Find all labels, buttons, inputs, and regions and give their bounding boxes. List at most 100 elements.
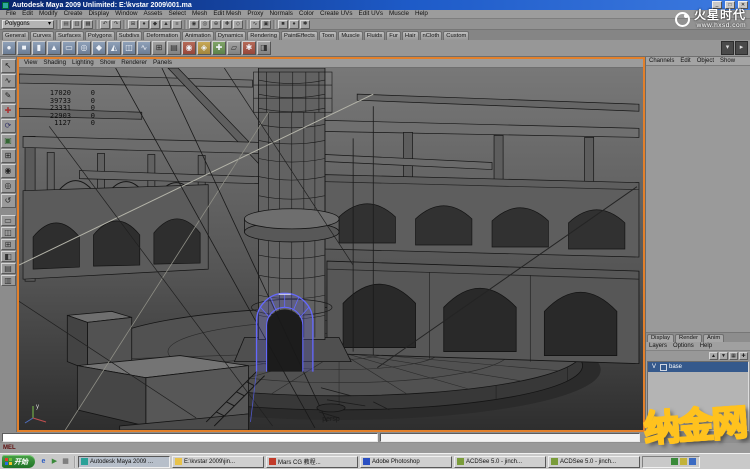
shelf-tab-animation[interactable]: Animation [182, 31, 214, 40]
poly-pyramid-icon[interactable]: ◭ [107, 41, 121, 55]
layer-row-base[interactable]: V base [648, 362, 748, 372]
move-layer-down-icon[interactable]: ▼ [719, 352, 728, 360]
status-divider[interactable] [184, 20, 187, 29]
lower-right-arcade[interactable] [327, 261, 639, 364]
menu-edit[interactable]: Edit [19, 10, 36, 18]
snap-plane-icon[interactable]: ✚ [222, 20, 232, 29]
select-object-icon[interactable]: ● [139, 20, 149, 29]
select-hierarchy-icon[interactable]: ⊞ [128, 20, 138, 29]
render-icon[interactable]: ■ [278, 20, 288, 29]
shelf-tab-fur[interactable]: Fur [386, 31, 401, 40]
undo-icon[interactable]: ↶ [100, 20, 110, 29]
layout-persp-graph-icon[interactable]: ▥ [1, 275, 16, 286]
edit-menu[interactable]: Edit [677, 57, 693, 65]
maximize-button[interactable]: □ [725, 1, 735, 9]
minimize-button[interactable]: _ [712, 1, 722, 9]
snap-curve-icon[interactable]: ◎ [200, 20, 210, 29]
panel-menu-view[interactable]: View [21, 59, 40, 67]
system-tray[interactable] [642, 456, 700, 468]
shelf-tab-painteffects[interactable]: PaintEffects [281, 31, 318, 40]
taskbar-item-acdsee-1[interactable]: ACDSee 5.0 - jinch... [454, 456, 546, 468]
shelf-tab-curves[interactable]: Curves [30, 31, 54, 40]
select-tool-icon[interactable]: ↖ [1, 59, 16, 73]
doorway-opening[interactable] [267, 309, 303, 371]
command-line-input[interactable] [2, 433, 378, 442]
poly-cone-icon[interactable]: ▲ [47, 41, 61, 55]
mirror-icon[interactable]: ◨ [257, 41, 271, 55]
shelf-tab-fluids[interactable]: Fluids [364, 31, 385, 40]
tray-icon-1[interactable] [671, 458, 678, 465]
extrude-icon[interactable]: ▤ [167, 41, 181, 55]
menu-select[interactable]: Select [165, 10, 189, 18]
taskbar-item-folder[interactable]: E:\kvstar 2009\jin... [172, 456, 264, 468]
poly-cube-icon[interactable]: ■ [17, 41, 31, 55]
shelf-tab-custom[interactable]: Custom [443, 31, 469, 40]
layer-display-type-toggle[interactable] [660, 364, 667, 371]
shelf-tab-surfaces[interactable]: Surfaces [55, 31, 84, 40]
show-manip-tool-icon[interactable]: ◎ [1, 179, 16, 193]
menu-create-uvs[interactable]: Create UVs [317, 10, 356, 18]
tab-display-layers[interactable]: Display [647, 334, 674, 342]
layout-split-icon[interactable]: ◫ [1, 227, 16, 238]
shelf-tab-rendering[interactable]: Rendering [247, 31, 280, 40]
poly-prism-icon[interactable]: ◆ [92, 41, 106, 55]
layer-visibility-toggle[interactable]: V [650, 363, 658, 372]
layout-single-icon[interactable]: ▭ [1, 215, 16, 226]
taskbar-item-marscg[interactable]: Mars CG 教程... [266, 456, 358, 468]
ie-quicklaunch-icon[interactable]: e [39, 457, 48, 466]
tab-render-layers[interactable]: Render [675, 334, 702, 342]
menu-create[interactable]: Create [61, 10, 86, 18]
open-scene-icon[interactable]: ▥ [72, 20, 82, 29]
poly-cylinder-icon[interactable]: ▮ [32, 41, 46, 55]
redo-icon[interactable]: ↷ [111, 20, 121, 29]
bevel-icon[interactable]: ◈ [197, 41, 211, 55]
new-layer-from-selected-icon[interactable]: ✚ [739, 352, 748, 360]
combine-icon[interactable]: ⊞ [152, 41, 166, 55]
menu-edit-mesh[interactable]: Edit Mesh [210, 10, 244, 18]
shelf-tab-muscle[interactable]: Muscle [338, 31, 362, 40]
shelf-tab-deformation[interactable]: Deformation [143, 31, 181, 40]
channels-menu[interactable]: Channels [646, 57, 677, 65]
options-menu[interactable]: Options [670, 342, 697, 350]
ipr-render-icon[interactable]: ● [289, 20, 299, 29]
snap-grid-icon[interactable]: ◉ [189, 20, 199, 29]
taskbar-item-acdsee-2[interactable]: ACDSee 5.0 - jinch... [548, 456, 640, 468]
scale-tool-icon[interactable]: ▣ [1, 134, 16, 148]
poly-sphere-icon[interactable]: ● [2, 41, 16, 55]
poly-plane-icon[interactable]: ▭ [62, 41, 76, 55]
move-tool-icon[interactable]: ✚ [1, 104, 16, 118]
menu-display[interactable]: Display [85, 10, 112, 18]
tray-icon-2[interactable] [680, 458, 687, 465]
status-divider[interactable] [273, 20, 276, 29]
shelf-tab-dynamics[interactable]: Dynamics [215, 31, 246, 40]
left-arcade[interactable] [23, 185, 208, 280]
poly-helix-icon[interactable]: ∿ [137, 41, 151, 55]
panel-menu-show[interactable]: Show [97, 59, 118, 67]
paint-select-tool-icon[interactable]: ✎ [1, 89, 16, 103]
shelf-edit-icon[interactable]: ▸ [735, 41, 748, 55]
layout-outliner-icon[interactable]: ◧ [1, 251, 16, 262]
menu-normals[interactable]: Normals [266, 10, 295, 18]
new-empty-layer-icon[interactable]: ▦ [729, 352, 738, 360]
tray-icon-3[interactable] [689, 458, 696, 465]
shelf-tab-subdivs[interactable]: Subdivs [116, 31, 143, 40]
soft-mod-tool-icon[interactable]: ◉ [1, 164, 16, 178]
render-settings-icon[interactable]: ✱ [300, 20, 310, 29]
merge-icon[interactable]: ✚ [212, 41, 226, 55]
menu-edit-uvs[interactable]: Edit UVs [356, 10, 387, 18]
shelf-tab-polygons[interactable]: Polygons [85, 31, 115, 40]
layout-four-icon[interactable]: ⊞ [1, 239, 16, 250]
snap-surface-icon[interactable]: ◇ [233, 20, 243, 29]
menu-proxy[interactable]: Proxy [244, 10, 266, 18]
shelf-menu-icon[interactable]: ▾ [721, 41, 734, 55]
menu-color[interactable]: Color [296, 10, 317, 18]
taskbar-item-photoshop[interactable]: Adobe Photoshop [360, 456, 452, 468]
menu-assets[interactable]: Assets [141, 10, 166, 18]
menu-muscle[interactable]: Muscle [386, 10, 412, 18]
panel-menu-lighting[interactable]: Lighting [69, 59, 97, 67]
shelf-tab-ncloth[interactable]: nCloth [420, 31, 443, 40]
move-layer-up-icon[interactable]: ▲ [709, 352, 718, 360]
taskbar-item-maya[interactable]: Autodesk Maya 2009 ... [78, 456, 170, 468]
status-divider[interactable] [95, 20, 98, 29]
snap-point-icon[interactable]: ⊕ [211, 20, 221, 29]
